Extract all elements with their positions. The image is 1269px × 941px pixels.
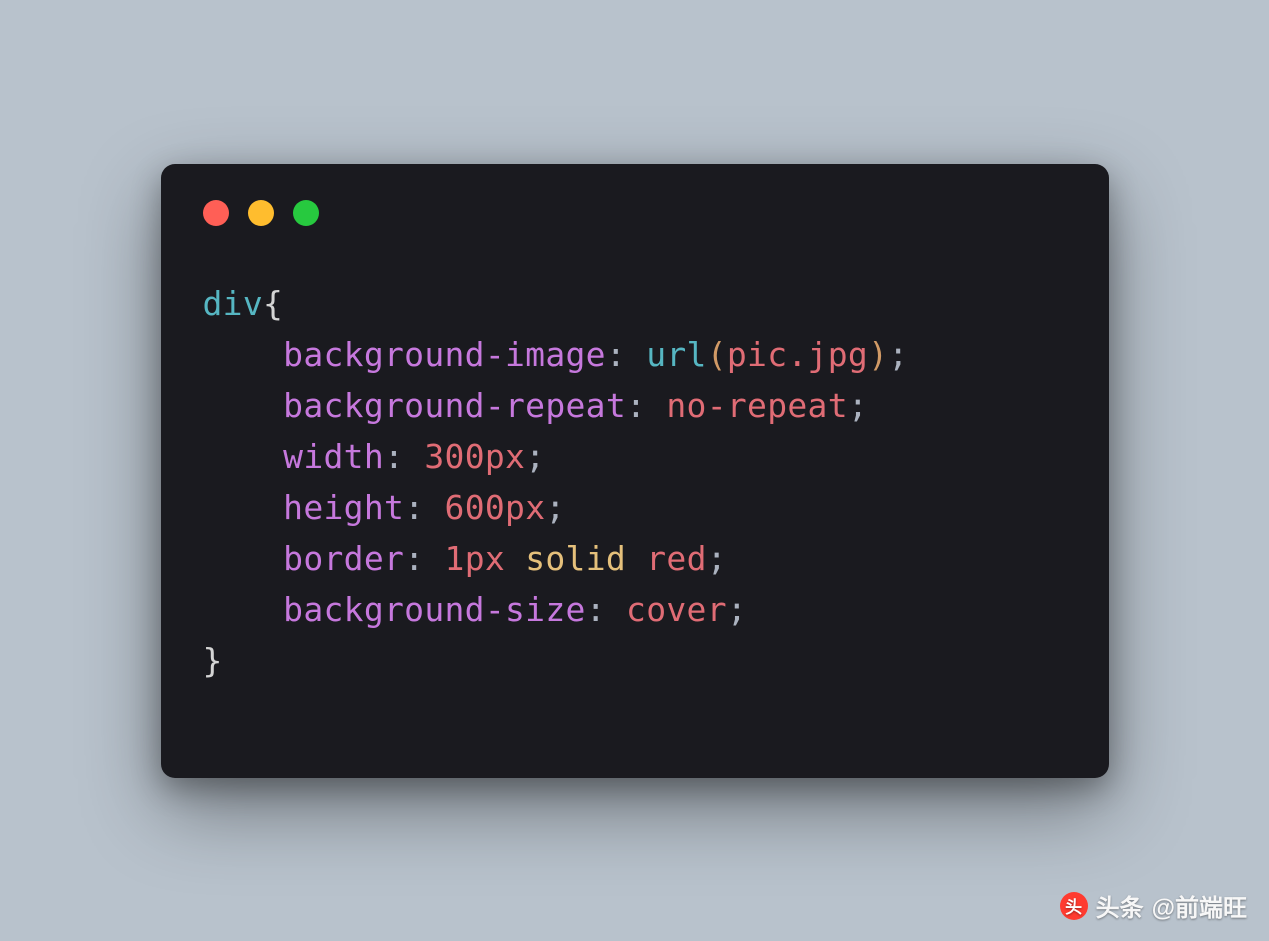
watermark: 头 头条 @前端旺 bbox=[1060, 888, 1247, 923]
semicolon: ; bbox=[848, 386, 868, 425]
css-value: cover bbox=[626, 590, 727, 629]
css-number: 600 bbox=[445, 488, 506, 527]
semicolon: ; bbox=[888, 335, 908, 374]
open-brace: { bbox=[263, 284, 283, 323]
border-color: red bbox=[646, 539, 707, 578]
css-property: background-size bbox=[283, 590, 586, 629]
minimize-icon[interactable] bbox=[248, 200, 274, 226]
watermark-logo-icon: 头 bbox=[1060, 892, 1088, 920]
indent bbox=[203, 437, 284, 476]
paren-open: ( bbox=[707, 335, 727, 374]
css-property: background-repeat bbox=[283, 386, 626, 425]
css-arg: pic.jpg bbox=[727, 335, 868, 374]
semicolon: ; bbox=[545, 488, 565, 527]
semicolon: ; bbox=[707, 539, 727, 578]
code-block: div{ background-image: url(pic.jpg); bac… bbox=[203, 278, 1067, 687]
border-style: solid bbox=[525, 539, 626, 578]
css-number: 300 bbox=[424, 437, 485, 476]
indent bbox=[203, 335, 284, 374]
css-property: height bbox=[283, 488, 404, 527]
paren-close: ) bbox=[868, 335, 888, 374]
colon: : bbox=[606, 335, 626, 374]
colon: : bbox=[626, 386, 646, 425]
semicolon: ; bbox=[525, 437, 545, 476]
colon: : bbox=[404, 488, 424, 527]
code-window: div{ background-image: url(pic.jpg); bac… bbox=[161, 164, 1109, 778]
colon: : bbox=[404, 539, 424, 578]
colon: : bbox=[384, 437, 404, 476]
indent bbox=[203, 488, 284, 527]
semicolon: ; bbox=[727, 590, 747, 629]
indent bbox=[203, 539, 284, 578]
border-width: 1px bbox=[445, 539, 506, 578]
css-unit: px bbox=[505, 488, 545, 527]
colon: : bbox=[586, 590, 606, 629]
css-property: background-image bbox=[283, 335, 606, 374]
css-property: width bbox=[283, 437, 384, 476]
css-unit: px bbox=[485, 437, 525, 476]
css-function: url bbox=[646, 335, 707, 374]
indent bbox=[203, 386, 284, 425]
css-selector: div bbox=[203, 284, 264, 323]
traffic-lights bbox=[203, 200, 1067, 226]
maximize-icon[interactable] bbox=[293, 200, 319, 226]
watermark-label: 头条 bbox=[1096, 888, 1144, 923]
css-property: border bbox=[283, 539, 404, 578]
close-icon[interactable] bbox=[203, 200, 229, 226]
close-brace: } bbox=[203, 641, 223, 680]
css-value: no-repeat bbox=[666, 386, 848, 425]
watermark-handle: @前端旺 bbox=[1152, 888, 1247, 923]
indent bbox=[203, 590, 284, 629]
